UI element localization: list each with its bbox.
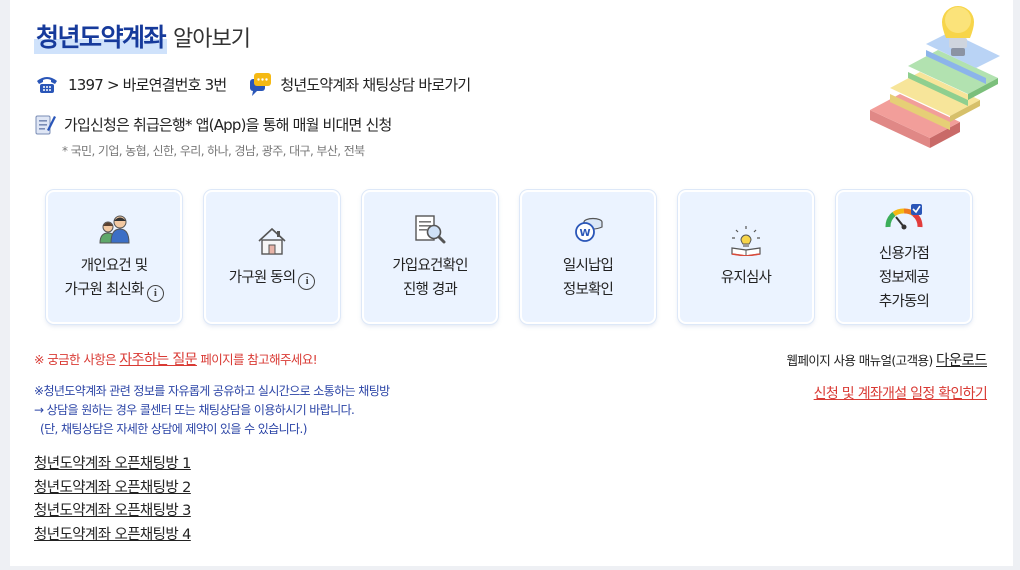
title-main: 청년도약계좌 (34, 18, 168, 54)
faq-link[interactable]: 자주하는 질문 (119, 352, 197, 368)
card-label-line2: 가구원 최신화 (64, 282, 144, 298)
open-chat-room-link-2[interactable]: 청년도약계좌 오픈채팅방 2 (34, 477, 191, 501)
faq-suffix: 페이지를 참고해주세요! (200, 352, 318, 367)
book-lightbulb-icon (731, 226, 761, 256)
open-chat-room-list: 청년도약계좌 오픈채팅방 1 청년도약계좌 오픈채팅방 2 청년도약계좌 오픈채… (34, 453, 191, 547)
manual-prefix: 웹페이지 사용 매뉴얼(고객용) (786, 353, 934, 368)
card-label-line2: 진행 경과 (403, 282, 458, 298)
people-icon (99, 215, 130, 244)
page-title: 청년도약계좌 알아보기 (34, 18, 251, 54)
document-search-icon (415, 215, 446, 244)
chat-note-line: (단, 채팅상담은 자세한 상담에 제약이 있을 수 있습니다.) (40, 422, 307, 436)
main-panel: 청년도약계좌 알아보기 1397 > 바로연결번호 3번 청년도약계좌 채팅상담… (10, 0, 1013, 566)
card-lump-sum-info[interactable]: W 일시납입 정보확인 (520, 190, 656, 324)
card-credit-points-consent[interactable]: 신용가점 정보제공 추가동의 (836, 190, 972, 324)
card-maintenance-review[interactable]: 유지심사 (678, 190, 814, 324)
chat-consult-link[interactable]: 청년도약계좌 채팅상담 바로가기 (248, 72, 471, 96)
phone-info: 1397 > 바로연결번호 3번 (34, 74, 227, 95)
staircase-lightbulb-icon (870, 6, 1000, 148)
card-label-line1: 유지심사 (720, 270, 772, 286)
menu-cards: 개인요건 및 가구원 최신화 i 가구원 동의 i 가입요건확인 진행 경과 W… (46, 190, 972, 324)
chat-note-line: ※청년도약계좌 관련 정보를 자유롭게 공유하고 실시간으로 소통하는 채팅방 (34, 384, 390, 398)
manual-download: 웹페이지 사용 매뉴얼(고객용) 다운로드 (786, 349, 988, 370)
faq-notice: ※ 궁금한 사항은 자주하는 질문 페이지를 참고해주세요! (34, 349, 318, 369)
manual-download-link[interactable]: 다운로드 (936, 353, 988, 369)
card-label-line3: 추가동의 (878, 294, 930, 310)
info-icon[interactable]: i (298, 273, 316, 290)
credit-gauge-icon (885, 204, 923, 230)
form-pencil-icon (35, 115, 56, 135)
card-label-line1: 일시납입 (562, 258, 614, 274)
card-label-line2: 정보확인 (562, 282, 614, 298)
open-chat-room-link-3[interactable]: 청년도약계좌 오픈채팅방 3 (34, 500, 191, 524)
schedule-link[interactable]: 신청 및 계좌개설 일정 확인하기 (814, 383, 988, 403)
open-chat-room-link-1[interactable]: 청년도약계좌 오픈채팅방 1 (34, 453, 191, 477)
card-household-consent[interactable]: 가구원 동의 i (204, 190, 340, 324)
card-label-line1: 가입요건확인 (392, 258, 468, 274)
coins-icon: W (575, 217, 603, 242)
chat-room-notes: ※청년도약계좌 관련 정보를 자유롭게 공유하고 실시간으로 소통하는 채팅방 … (34, 382, 390, 439)
apply-text: 가입신청은 취급은행* 앱(App)을 통해 매월 비대면 신청 (64, 115, 392, 134)
chat-note-line: → 상담을 원하는 경우 콜센터 또는 채팅상담을 이용하시기 바랍니다. (34, 403, 355, 417)
faq-prefix: ※ 궁금한 사항은 (34, 352, 117, 367)
card-label-line2: 정보제공 (878, 270, 930, 286)
open-chat-room-link-4[interactable]: 청년도약계좌 오픈채팅방 4 (34, 524, 191, 548)
chat-consult-text: 청년도약계좌 채팅상담 바로가기 (280, 75, 471, 94)
bank-list: * 국민, 기업, 농협, 신한, 우리, 하나, 경남, 광주, 대구, 부산… (62, 144, 365, 158)
card-personal-info-update[interactable]: 개인요건 및 가구원 최신화 i (46, 190, 182, 324)
phone-text: 1397 > 바로연결번호 3번 (68, 75, 227, 94)
card-label-line1: 개인요건 및 (80, 258, 148, 274)
card-eligibility-progress[interactable]: 가입요건확인 진행 경과 (362, 190, 498, 324)
phone-icon (37, 77, 57, 93)
card-label-line1: 가구원 동의 (228, 270, 296, 286)
title-sub: 알아보기 (173, 27, 251, 52)
svg-text:W: W (579, 228, 590, 239)
chat-bubble-icon (250, 73, 272, 96)
card-label-line1: 신용가점 (878, 246, 930, 262)
info-icon[interactable]: i (146, 285, 164, 302)
contact-row: 1397 > 바로연결번호 3번 청년도약계좌 채팅상담 바로가기 (34, 72, 492, 96)
house-icon (258, 227, 286, 255)
apply-info: 가입신청은 취급은행* 앱(App)을 통해 매월 비대면 신청 (34, 112, 392, 136)
